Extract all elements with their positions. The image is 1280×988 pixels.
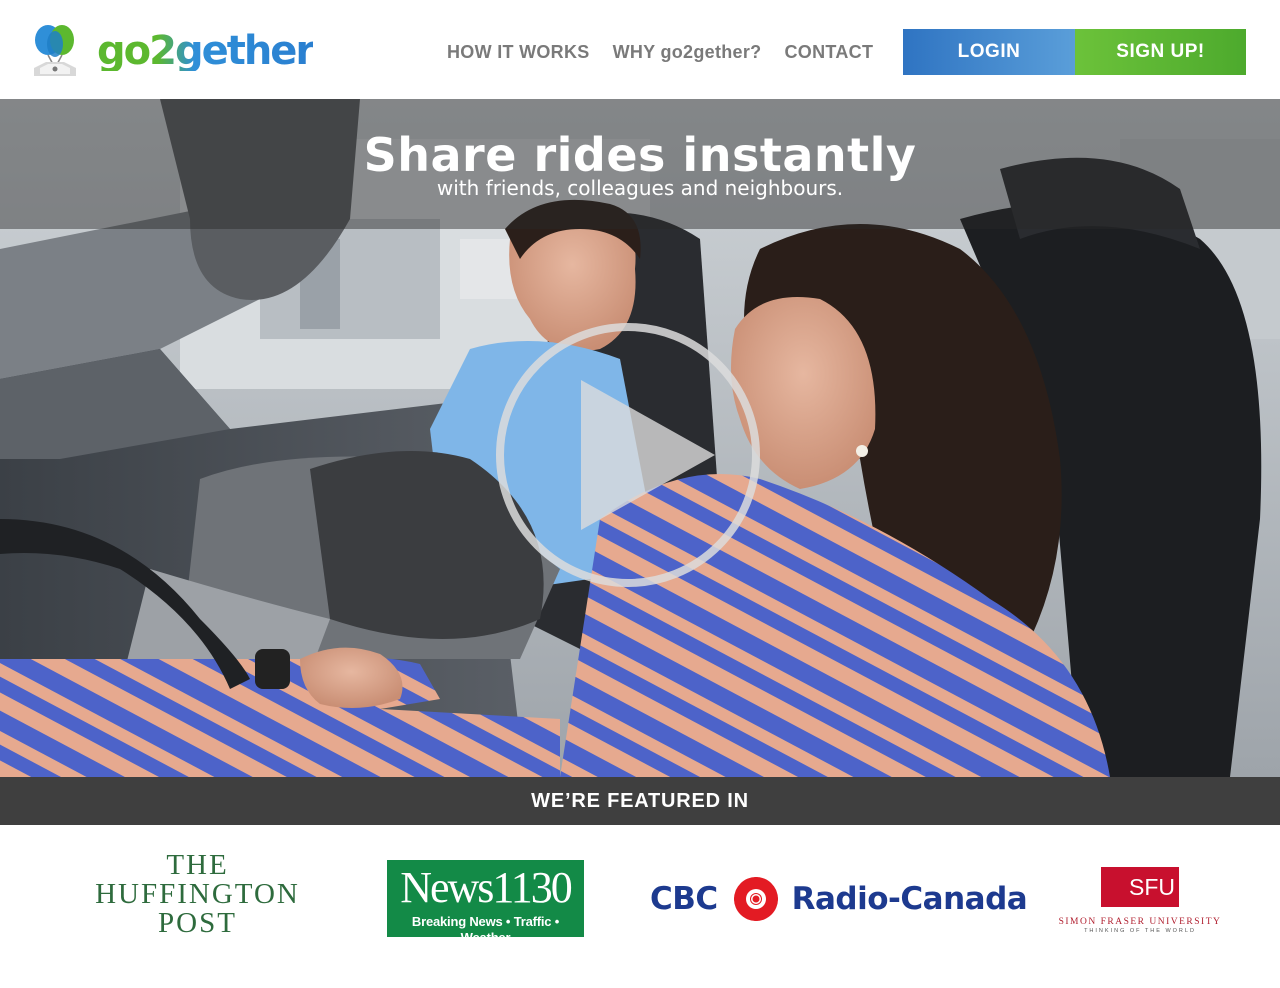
brand-logo[interactable]: go2gether bbox=[30, 24, 315, 78]
news1130-tagline: Breaking News • Traffic • Weather bbox=[411, 914, 560, 937]
nav-why-go2gether[interactable]: WHY go2gether? bbox=[613, 42, 762, 62]
cbc-text: CBC bbox=[650, 881, 718, 917]
cbc-radio-canada-logo[interactable]: CBC Radio-Canada bbox=[650, 875, 1028, 923]
nav-contact[interactable]: CONTACT bbox=[784, 42, 873, 62]
sfu-logo[interactable]: SFU SIMON FRASER UNIVERSITY THINKING OF … bbox=[1054, 867, 1226, 934]
press-logos: THE HUFFINGTON POST News1130 Breaking Ne… bbox=[0, 825, 1280, 988]
sfu-name: SIMON FRASER UNIVERSITY bbox=[1058, 917, 1222, 927]
huffington-post-logo[interactable]: THE HUFFINGTON POST bbox=[90, 851, 305, 938]
play-icon[interactable] bbox=[493, 320, 763, 590]
login-button[interactable]: LOGIN bbox=[903, 29, 1075, 75]
radio-canada-text: Radio-Canada bbox=[791, 881, 1028, 917]
hero-title: Share rides instantly bbox=[363, 128, 917, 182]
balloon-pin-icon bbox=[34, 25, 76, 76]
sfu-badge: SFU bbox=[1101, 867, 1179, 907]
nav-how-it-works[interactable]: HOW IT WORKS bbox=[447, 42, 590, 62]
huffington-line-2: HUFFINGTON bbox=[95, 878, 300, 910]
hero-subtitle: with friends, colleagues and neighbours. bbox=[436, 176, 844, 200]
sfu-motto: THINKING OF THE WORLD bbox=[1084, 928, 1196, 934]
site-header: go2gether HOW IT WORKS WHY go2gether? CO… bbox=[0, 0, 1280, 99]
brand-name: go2gether bbox=[97, 28, 315, 74]
news1130-title: News1130 bbox=[400, 863, 573, 912]
huffington-line-1: THE bbox=[166, 849, 229, 881]
featured-heading-bar: WE’RE FEATURED IN bbox=[0, 777, 1280, 825]
huffington-line-3: POST bbox=[158, 907, 237, 939]
hero-video[interactable]: Share rides instantly with friends, coll… bbox=[0, 99, 1280, 777]
news1130-logo[interactable]: News1130 Breaking News • Traffic • Weath… bbox=[387, 860, 584, 937]
featured-heading: WE’RE FEATURED IN bbox=[531, 789, 749, 812]
main-nav: HOW IT WORKS WHY go2gether? CONTACT bbox=[447, 42, 873, 62]
cbc-gem-icon bbox=[733, 877, 778, 921]
signup-button[interactable]: SIGN UP! bbox=[1075, 29, 1246, 75]
